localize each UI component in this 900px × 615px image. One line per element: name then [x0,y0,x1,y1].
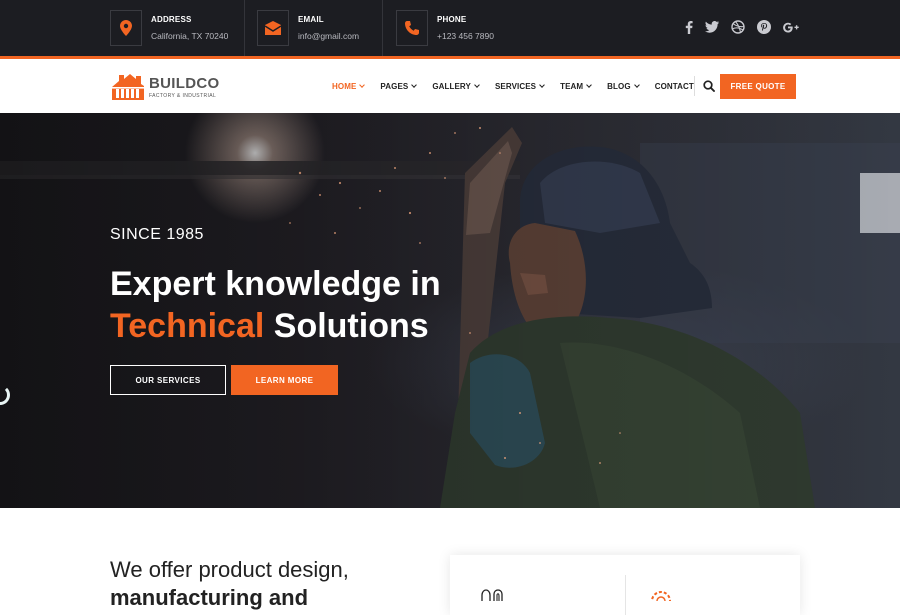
dribbble-icon[interactable] [730,19,746,35]
chevron-down-icon [586,82,593,88]
hero-title-line2: Technical Solutions [110,305,441,347]
contact-value[interactable]: +123 456 7890 [437,31,494,41]
chevron-down-icon [359,82,366,88]
topbar: ADDRESS California, TX 70240 EMAIL info@… [0,0,900,56]
hero-title-rest: Solutions [273,307,429,345]
chevron-down-icon [411,82,418,88]
nav-divider [694,76,695,96]
chevron-down-icon [539,82,545,88]
search-icon[interactable] [701,78,717,94]
facebook-icon[interactable] [681,19,697,35]
gear-icon [651,591,671,601]
google-plus-icon[interactable] [783,19,799,35]
contact-value: California, TX 70240 [151,31,229,41]
contact-phone: PHONE +123 456 7890 [396,0,494,56]
nav-item-home[interactable]: HOME [332,81,366,91]
nav-item-gallery[interactable]: GALLERY [432,81,480,91]
hero-title-line1: Expert knowledge in [110,265,441,303]
phone-icon [396,10,428,46]
our-services-button[interactable]: OUR SERVICES [110,365,226,395]
nav-item-services[interactable]: SERVICES [494,81,545,91]
contact-address: ADDRESS California, TX 70240 [110,0,228,56]
feature-card [450,555,800,615]
contact-title: ADDRESS [151,15,192,24]
nav-item-blog[interactable]: BLOG [607,81,640,91]
twitter-icon[interactable] [704,19,720,35]
pinterest-icon[interactable] [756,19,772,35]
factory-logo-icon [112,74,144,100]
nav-label: CONTACT [654,81,694,91]
nav-label: SERVICES [494,81,537,91]
card-divider [625,575,626,615]
nav-label: GALLERY [432,81,471,91]
contact-email: EMAIL info@gmail.com [257,0,359,56]
chevron-down-icon [474,82,480,88]
divider [382,0,383,56]
free-quote-button[interactable]: FREE QUOTE [720,74,796,99]
intro-line1: We offer product design, [110,557,349,582]
chevron-down-icon [633,82,640,88]
logo-name: BUILDCO [149,74,220,92]
nav-item-team[interactable]: TEAM [560,81,593,91]
hero-banner: SINCE 1985 Expert knowledge in Technical… [0,113,900,508]
nav-item-contact[interactable]: CONTACT [655,82,694,91]
divider [244,0,245,56]
fingerprint-icon [481,589,503,601]
nav-label: BLOG [607,81,631,91]
nav-label: HOME [332,81,357,91]
intro-line2: manufacturing and [110,585,309,610]
hero-title: Expert knowledge in Technical Solutions [110,263,441,347]
nav-item-pages[interactable]: PAGES [380,81,418,91]
map-pin-icon [110,10,142,46]
hero-since-text: SINCE 1985 [110,226,204,243]
logo-tagline: FACTORY & INDUSTRIAL [149,92,217,99]
logo[interactable]: BUILDCO FACTORY & INDUSTRIAL [110,72,219,102]
learn-more-button[interactable]: LEARN MORE [231,365,338,395]
intro-heading: We offer product design, manufacturing a… [110,556,410,612]
nav-label: TEAM [560,81,584,91]
nav-label: PAGES [380,81,409,91]
envelope-icon [257,10,289,46]
main-nav: HOME PAGES GALLERY SERVICES TEAM BLOG CO… [332,59,710,113]
contact-title: PHONE [437,15,467,24]
contact-value[interactable]: info@gmail.com [298,31,359,41]
hero-title-accent: Technical [110,307,265,345]
main-header: BUILDCO FACTORY & INDUSTRIAL HOME PAGES … [0,59,900,113]
contact-title: EMAIL [298,15,324,24]
